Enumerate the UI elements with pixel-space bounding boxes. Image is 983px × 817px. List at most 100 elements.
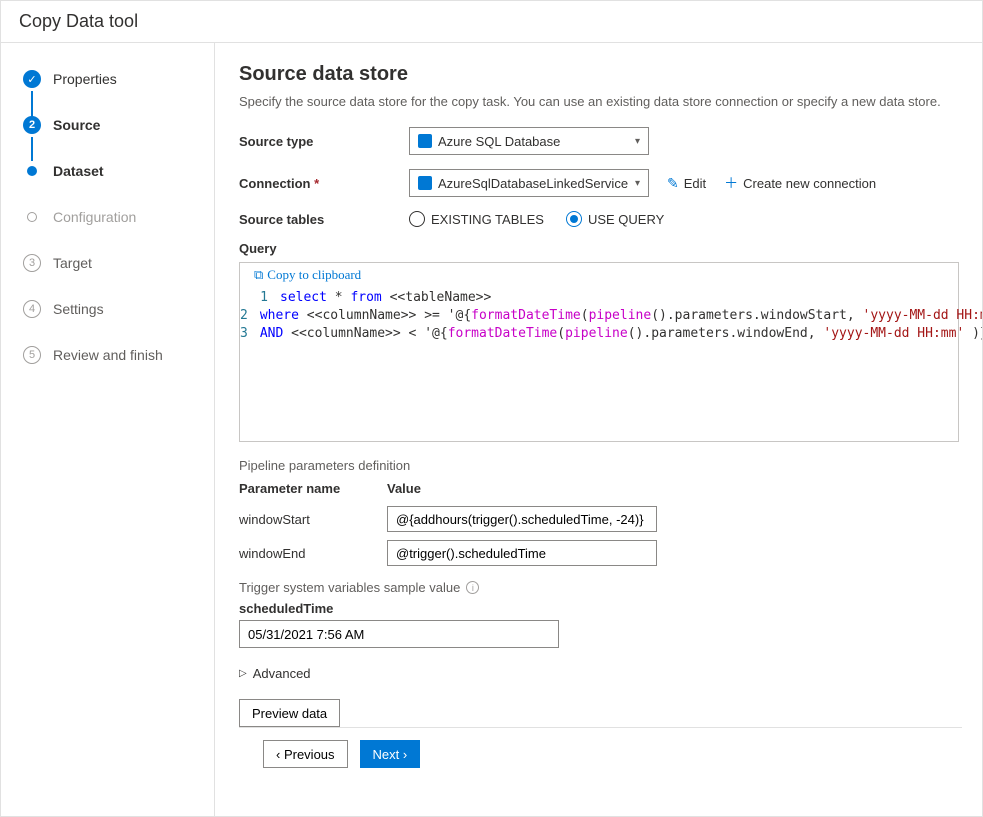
wizard-sidebar: ✓ Properties 2 Source Dataset Configurat…: [1, 43, 215, 816]
tok: <<tableName>>: [382, 290, 492, 305]
query-editor[interactable]: ⧉ Copy to clipboard 1select * from <<tab…: [239, 262, 959, 442]
database-icon: [418, 176, 432, 190]
fn: pipeline: [565, 326, 628, 341]
radio-icon: [566, 211, 582, 227]
param-value-input[interactable]: [387, 506, 657, 532]
step-number-icon: 5: [23, 346, 41, 364]
step-label: Properties: [53, 71, 117, 87]
step-label: Settings: [53, 301, 104, 317]
radio-label: USE QUERY: [588, 212, 664, 227]
tok: <<columnName>> >= '@{: [299, 308, 471, 323]
step-number-icon: 3: [23, 254, 41, 272]
copy-icon: ⧉: [254, 267, 263, 283]
code-content: 1select * from <<tableName>> 2where <<co…: [240, 289, 958, 343]
str: 'yyyy-MM-dd HH:mm': [863, 308, 982, 323]
previous-button[interactable]: Previous: [263, 740, 348, 768]
wizard-footer: Previous Next: [239, 727, 962, 780]
plus-icon: ＋: [724, 173, 738, 193]
page-heading: Source data store: [239, 63, 962, 86]
trigger-vars-label: Trigger system variables sample value i: [239, 580, 962, 595]
tok: (: [581, 308, 589, 323]
substep-dataset[interactable]: Dataset: [23, 157, 214, 185]
param-row-windowend: windowEnd: [239, 540, 962, 566]
source-tables-label: Source tables: [239, 212, 409, 227]
param-row-windowstart: windowStart: [239, 506, 962, 532]
copy-to-clipboard-button[interactable]: ⧉ Copy to clipboard: [254, 267, 361, 283]
next-button[interactable]: Next: [360, 740, 421, 768]
copy-label: Copy to clipboard: [267, 267, 361, 283]
str: 'yyyy-MM-dd HH:mm': [823, 326, 964, 341]
window-title: Copy Data tool: [1, 1, 982, 43]
connection-dropdown[interactable]: AzureSqlDatabaseLinkedService ▾: [409, 169, 649, 197]
pipeline-params-heading: Pipeline parameters definition: [239, 458, 962, 473]
create-connection-button[interactable]: ＋ Create new connection: [724, 173, 876, 193]
param-name: windowEnd: [239, 546, 387, 561]
step-source[interactable]: 2 Source: [23, 111, 214, 139]
tok: (: [557, 326, 565, 341]
query-label: Query: [239, 241, 962, 256]
label-text: Trigger system variables sample value: [239, 580, 460, 595]
code-line: 3AND <<columnName>> < '@{formatDateTime(…: [240, 325, 958, 343]
step-number-icon: 2: [23, 116, 41, 134]
code-line: 2where <<columnName>> >= '@{formatDateTi…: [240, 307, 958, 325]
dot-icon: [27, 166, 37, 176]
tok: ().parameters.windowStart,: [651, 308, 862, 323]
source-type-dropdown[interactable]: Azure SQL Database ▾: [409, 127, 649, 155]
edit-connection-button[interactable]: ✎ Edit: [667, 175, 706, 192]
chevron-down-icon: ▾: [635, 136, 640, 147]
code-line: 1select * from <<tableName>>: [240, 289, 958, 307]
source-type-label: Source type: [239, 134, 409, 149]
link-label: Edit: [684, 176, 706, 191]
kw: where: [260, 308, 299, 323]
param-value-input[interactable]: [387, 540, 657, 566]
info-icon[interactable]: i: [466, 581, 479, 594]
tok: ().parameters.windowEnd,: [628, 326, 824, 341]
dot-icon: [27, 212, 37, 222]
tok: <<columnName>> < '@{: [283, 326, 447, 341]
source-type-row: Source type Azure SQL Database ▾: [239, 127, 962, 155]
step-target[interactable]: 3 Target: [23, 249, 214, 277]
link-label: Create new connection: [743, 176, 876, 191]
radio-label: EXISTING TABLES: [431, 212, 544, 227]
kw: select: [280, 290, 327, 305]
radio-icon: [409, 211, 425, 227]
tok: )}': [964, 326, 982, 341]
radio-use-query[interactable]: USE QUERY: [566, 211, 664, 227]
line-number: 3: [240, 325, 260, 343]
connection-label: Connection *: [239, 176, 409, 191]
step-review[interactable]: 5 Review and finish: [23, 341, 214, 369]
page-description: Specify the source data store for the co…: [239, 94, 962, 109]
database-icon: [418, 134, 432, 148]
main-panel: Source data store Specify the source dat…: [215, 43, 982, 816]
fn: formatDateTime: [448, 326, 558, 341]
dropdown-value: AzureSqlDatabaseLinkedService: [438, 176, 635, 191]
advanced-label: Advanced: [253, 666, 311, 681]
kw: AND: [260, 326, 283, 341]
param-name: windowStart: [239, 512, 387, 527]
substep-configuration[interactable]: Configuration: [23, 203, 214, 231]
kw: from: [350, 290, 381, 305]
substep-label: Configuration: [53, 209, 136, 225]
tok: *: [327, 290, 350, 305]
caret-right-icon: ▷: [239, 668, 247, 679]
step-label: Target: [53, 255, 92, 271]
dropdown-value: Azure SQL Database: [438, 134, 635, 149]
scheduled-time-label: scheduledTime: [239, 601, 962, 616]
step-label: Source: [53, 117, 100, 133]
source-tables-row: Source tables EXISTING TABLES USE QUERY: [239, 211, 962, 227]
label-text: Connection: [239, 176, 311, 191]
fn: pipeline: [589, 308, 652, 323]
preview-data-button[interactable]: Preview data: [239, 699, 340, 727]
step-number-icon: 4: [23, 300, 41, 318]
line-number: 2: [240, 307, 260, 325]
step-settings[interactable]: 4 Settings: [23, 295, 214, 323]
app-frame: Copy Data tool ✓ Properties 2 Source Dat…: [0, 0, 983, 817]
scheduled-time-input[interactable]: [239, 620, 559, 648]
advanced-toggle[interactable]: ▷ Advanced: [239, 666, 962, 681]
chevron-down-icon: ▾: [635, 178, 640, 189]
param-value-header: Value: [387, 481, 421, 496]
body: ✓ Properties 2 Source Dataset Configurat…: [1, 43, 982, 816]
param-header-row: Parameter name Value: [239, 481, 962, 496]
radio-existing-tables[interactable]: EXISTING TABLES: [409, 211, 544, 227]
step-properties[interactable]: ✓ Properties: [23, 65, 214, 93]
